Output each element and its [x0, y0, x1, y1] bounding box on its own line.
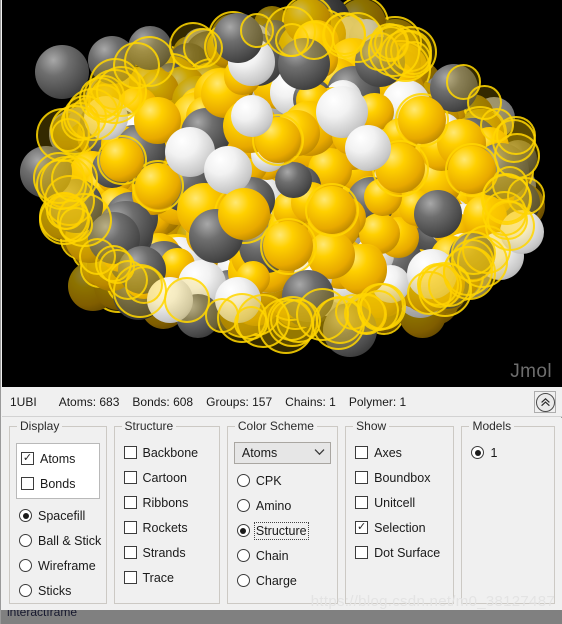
checkbox-cartoon[interactable] — [123, 471, 137, 484]
checkbox-rockets-label: Rockets — [142, 520, 188, 535]
radio-wireframe[interactable] — [19, 559, 32, 572]
color-scheme-select-value: Atoms — [241, 446, 278, 460]
radio-model-1-label: 1 — [490, 445, 498, 460]
radio-cpk-label: CPK — [255, 473, 282, 488]
radio-amino-label: Amino — [255, 498, 292, 513]
checkbox-row-cartoon[interactable]: Cartoon — [115, 465, 219, 490]
checkbox-ribbons[interactable] — [123, 496, 137, 509]
checkbox-backbone[interactable] — [123, 446, 137, 459]
checkbox-row-rockets[interactable]: Rockets — [115, 515, 219, 540]
checkbox-row-backbone[interactable]: Backbone — [115, 440, 219, 465]
group-models: Models 1 — [461, 419, 556, 604]
color-scheme-select[interactable]: Atoms — [233, 442, 332, 464]
group-show: Show Axes Boundbox Unitcell ✓ Selection … — [345, 419, 455, 604]
stat-bonds: Bonds: 608 — [132, 394, 194, 409]
stat-groups: Groups: 157 — [206, 394, 273, 409]
radio-row-charge[interactable]: Charge — [228, 568, 337, 593]
checkbox-unitcell-label: Unitcell — [374, 495, 416, 510]
checkbox-dot-surface-label: Dot Surface — [374, 545, 441, 560]
atoms-bonds-subpanel: ✓ Atoms Bonds — [16, 443, 100, 499]
radio-row-amino[interactable]: Amino — [228, 493, 337, 518]
checkbox-axes[interactable] — [355, 446, 369, 459]
checkbox-row-ribbons[interactable]: Ribbons — [115, 490, 219, 515]
bottom-cut-strip: interactframe — [1, 610, 562, 624]
bottom-cut-text: interactframe — [7, 610, 78, 619]
checkbox-row-strands[interactable]: Strands — [115, 540, 219, 565]
checkbox-ribbons-label: Ribbons — [142, 495, 189, 510]
checkbox-row-dot-surface[interactable]: Dot Surface — [346, 540, 453, 565]
checkbox-trace[interactable] — [123, 571, 137, 584]
checkbox-row-atoms[interactable]: ✓ Atoms — [17, 446, 99, 471]
checkbox-selection-label: Selection — [374, 520, 426, 535]
checkbox-atoms-label: Atoms — [40, 451, 76, 466]
group-models-legend: Models — [469, 419, 515, 433]
radio-model-1[interactable] — [471, 446, 485, 459]
radio-sticks[interactable] — [19, 584, 32, 597]
model-info-bar: 1UBI Atoms: 683 Bonds: 608 Groups: 157 C… — [2, 387, 562, 417]
radio-row-spacefill[interactable]: Spacefill — [10, 503, 106, 528]
radio-row-sticks[interactable]: Sticks — [10, 578, 106, 603]
group-display-legend: Display — [17, 419, 63, 433]
chevron-double-up-icon — [535, 392, 555, 412]
radio-sticks-label: Sticks — [38, 583, 72, 598]
group-color-scheme: Color Scheme Atoms CPK Amino Structure C… — [226, 419, 339, 604]
radio-row-model-1[interactable]: 1 — [462, 440, 554, 465]
checkbox-unitcell[interactable] — [355, 496, 369, 509]
checkbox-strands-label: Strands — [142, 545, 186, 560]
jmol-application-window: Jmol 1UBI Atoms: 683 Bonds: 608 Groups: … — [0, 0, 562, 624]
group-show-legend: Show — [353, 419, 390, 433]
radio-row-wireframe[interactable]: Wireframe — [10, 553, 106, 578]
radio-wireframe-label: Wireframe — [38, 558, 96, 573]
checkbox-strands[interactable] — [123, 546, 137, 559]
radio-charge[interactable] — [236, 574, 250, 587]
radio-spacefill-label: Spacefill — [38, 508, 86, 523]
radio-spacefill[interactable] — [19, 509, 32, 522]
checkbox-bonds[interactable] — [21, 477, 34, 490]
checkbox-dot-surface[interactable] — [355, 546, 369, 559]
checkbox-axes-label: Axes — [374, 445, 402, 460]
checkbox-bonds-label: Bonds — [40, 476, 76, 491]
checkbox-row-bonds[interactable]: Bonds — [17, 471, 99, 496]
radio-structure[interactable] — [236, 524, 250, 537]
radio-row-cpk[interactable]: CPK — [228, 468, 337, 493]
radio-ball-and-stick-label: Ball & Stick — [38, 533, 102, 548]
radio-row-ball-and-stick[interactable]: Ball & Stick — [10, 528, 106, 553]
checkbox-boundbox[interactable] — [355, 471, 369, 484]
radio-row-structure[interactable]: Structure — [228, 518, 337, 543]
radio-charge-label: Charge — [255, 573, 297, 588]
radio-chain[interactable] — [236, 549, 250, 562]
pdb-id-label: 1UBI — [10, 394, 37, 409]
collapse-panel-button[interactable] — [534, 391, 556, 413]
radio-ball-and-stick[interactable] — [19, 534, 32, 547]
checkbox-cartoon-label: Cartoon — [142, 470, 187, 485]
controls-panel: Display ✓ Atoms Bonds Spacefill Ball & S… — [2, 418, 562, 610]
radio-cpk[interactable] — [236, 474, 250, 487]
chevron-down-icon — [314, 448, 325, 459]
radio-row-chain[interactable]: Chain — [228, 543, 337, 568]
stat-chains: Chains: 1 — [285, 394, 336, 409]
radio-amino[interactable] — [236, 499, 250, 512]
radio-structure-label: Structure — [253, 521, 309, 540]
checkbox-boundbox-label: Boundbox — [374, 470, 431, 485]
checkbox-row-axes[interactable]: Axes — [346, 440, 453, 465]
group-structure: Structure Backbone Cartoon Ribbons Rocke… — [113, 419, 220, 604]
radio-chain-label: Chain — [255, 548, 289, 563]
checkbox-trace-label: Trace — [142, 570, 175, 585]
checkbox-selection[interactable]: ✓ — [355, 521, 369, 534]
checkbox-backbone-label: Backbone — [142, 445, 199, 460]
group-color-scheme-legend: Color Scheme — [234, 419, 317, 433]
checkbox-row-boundbox[interactable]: Boundbox — [346, 465, 453, 490]
checkbox-atoms[interactable]: ✓ — [21, 452, 34, 465]
group-structure-legend: Structure — [121, 419, 177, 433]
jmol-logo: Jmol — [510, 361, 552, 382]
checkbox-row-trace[interactable]: Trace — [115, 565, 219, 590]
group-display: Display ✓ Atoms Bonds Spacefill Ball & S… — [9, 419, 107, 604]
molecule-viewport[interactable]: Jmol — [2, 0, 562, 387]
stat-polymer: Polymer: 1 — [348, 394, 407, 409]
checkbox-row-unitcell[interactable]: Unitcell — [346, 490, 453, 515]
checkbox-row-selection[interactable]: ✓ Selection — [346, 515, 453, 540]
checkbox-rockets[interactable] — [123, 521, 137, 534]
stat-atoms: Atoms: 683 — [58, 394, 120, 409]
